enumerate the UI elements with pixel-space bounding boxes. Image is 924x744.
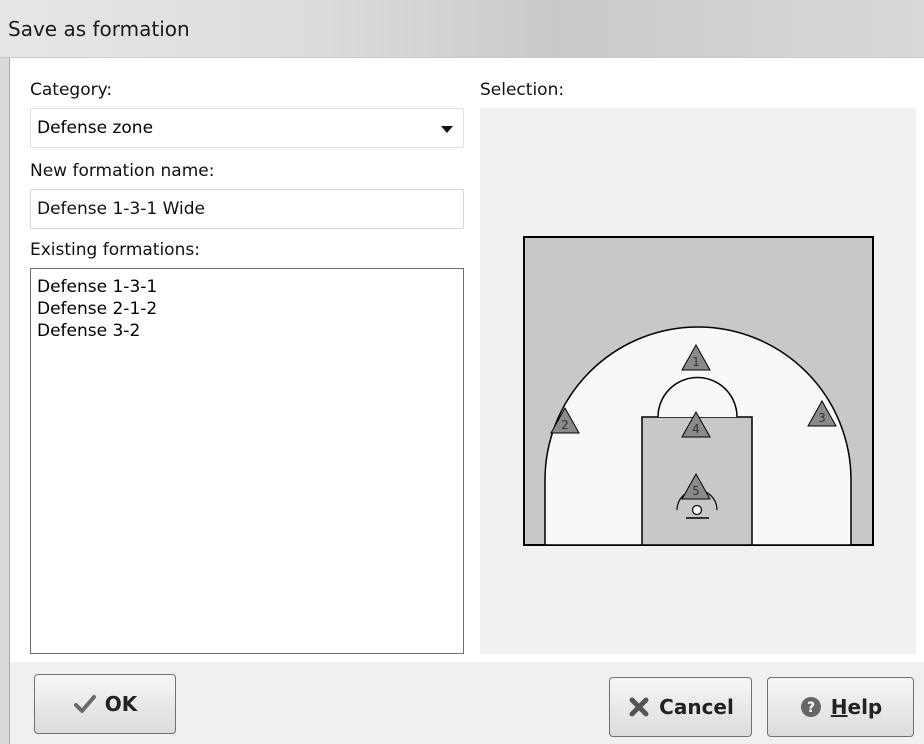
- player-number: 2: [561, 418, 569, 432]
- question-icon: ?: [799, 695, 823, 719]
- help-label: Help: [831, 695, 883, 719]
- list-item[interactable]: Defense 3-2: [31, 320, 463, 342]
- checkmark-icon: [73, 692, 97, 716]
- svg-text:?: ?: [807, 700, 815, 716]
- window-title: Save as formation: [8, 17, 190, 41]
- player-number: 3: [818, 411, 826, 425]
- formation-name-input[interactable]: [30, 189, 464, 229]
- help-button[interactable]: ? Help: [767, 677, 914, 737]
- help-label-rest: elp: [847, 695, 883, 719]
- court-diagram: 1 2 3 4 5: [523, 236, 874, 546]
- selection-label: Selection:: [480, 80, 565, 100]
- cancel-button[interactable]: Cancel: [609, 677, 752, 737]
- formation-preview: 1 2 3 4 5: [480, 108, 916, 654]
- player-number: 5: [692, 484, 700, 498]
- ok-label: OK: [104, 692, 138, 716]
- title-bar[interactable]: Save as formation: [0, 0, 924, 58]
- category-label: Category:: [30, 80, 113, 100]
- player-number: 1: [692, 355, 700, 369]
- window-frame: [0, 58, 10, 744]
- formation-name-label: New formation name:: [30, 161, 215, 181]
- cancel-label: Cancel: [659, 695, 734, 719]
- dropdown-arrow-icon[interactable]: [441, 126, 453, 133]
- list-item[interactable]: Defense 1-3-1: [31, 276, 463, 298]
- existing-formations-label: Existing formations:: [30, 240, 200, 260]
- player-number: 4: [692, 422, 700, 436]
- hoop: [691, 504, 703, 516]
- existing-formations-list[interactable]: Defense 1-3-1 Defense 2-1-2 Defense 3-2: [30, 268, 464, 654]
- ok-button[interactable]: OK: [34, 674, 176, 734]
- category-value: Defense zone: [37, 118, 154, 138]
- list-item[interactable]: Defense 2-1-2: [31, 298, 463, 320]
- cross-icon: [627, 695, 651, 719]
- category-dropdown[interactable]: Defense zone: [30, 108, 464, 148]
- help-mnemonic: H: [830, 695, 848, 719]
